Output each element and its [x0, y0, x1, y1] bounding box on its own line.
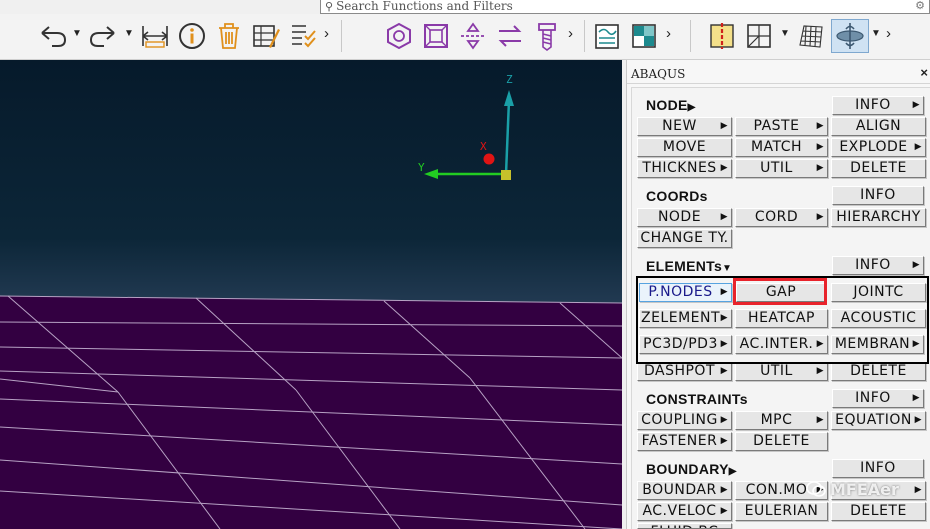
coords-hierarchy-button[interactable]: HIERARCHY — [831, 208, 926, 227]
hexagon-icon[interactable] — [382, 19, 416, 53]
checklist-icon[interactable] — [286, 19, 320, 53]
coords-change-type-button[interactable]: CHANGE TY. — [637, 229, 732, 248]
frame-icon[interactable] — [419, 19, 453, 53]
wire-mesh-icon[interactable] — [794, 19, 828, 53]
search-input[interactable]: ⚲ Search Functions and Filters ⚙ — [320, 0, 930, 14]
node-info-button[interactable]: INFO ▶ — [832, 96, 924, 115]
elements-jointc-button[interactable]: JOINTC — [831, 283, 926, 302]
elements-membrane-button[interactable]: MEMBRAN ▶ — [831, 335, 924, 354]
swap-icon[interactable] — [493, 19, 527, 53]
search-settings-icon[interactable]: ⚙ — [915, 0, 925, 12]
node-match-button[interactable]: MATCH ▶ — [735, 138, 828, 157]
search-icon: ⚲ — [325, 0, 334, 13]
boundary-fluid-bc-button[interactable]: FLUID BC — [637, 523, 732, 529]
mirror-icon[interactable] — [456, 19, 490, 53]
undo-icon[interactable] — [36, 19, 70, 53]
coords-node-button[interactable]: NODE ▶ — [637, 208, 732, 227]
z-axis-label: Z — [506, 73, 513, 86]
mesh-dropdown-arrow[interactable]: ▼ — [780, 28, 790, 39]
node-thickness-button[interactable]: THICKNES ▶ — [637, 159, 732, 178]
view-orient-icon[interactable] — [831, 19, 869, 53]
node-paste-button[interactable]: PASTE ▶ — [735, 117, 828, 136]
y-axis-arrowhead — [424, 169, 438, 179]
toolbar-separator — [584, 20, 585, 52]
node-explode-button[interactable]: EXPLODE ▶ — [831, 138, 926, 157]
toolbar-separator — [341, 20, 342, 52]
boundary-eulerian-button[interactable]: EULERIAN — [735, 502, 828, 521]
elements-ac-inter-button[interactable]: AC.INTER. ▶ — [735, 335, 828, 354]
constraints-fastener-button[interactable]: FASTENER ▶ — [637, 432, 732, 451]
z-axis-arrowhead — [504, 90, 514, 106]
undo-dropdown-arrow[interactable]: ▼ — [72, 28, 82, 39]
elements-acoustic-button[interactable]: ACOUSTIC — [831, 309, 926, 328]
toolbar-separator — [690, 20, 691, 52]
z-axis — [504, 99, 511, 175]
graphics-viewport[interactable]: Z Y X — [0, 60, 622, 529]
elements-pnodes-button[interactable]: P.NODES ▶ — [639, 283, 732, 302]
elements-zelement-button[interactable]: ZELEMENT ▶ — [639, 309, 732, 328]
mesh-grid-icon[interactable] — [742, 19, 776, 53]
section-cut-icon[interactable] — [705, 19, 739, 53]
boundary-info-button[interactable]: INFO — [832, 459, 924, 478]
watermark-text: MFEAer — [830, 479, 899, 499]
redo-dropdown-arrow[interactable]: ▼ — [124, 28, 134, 39]
section-node-label[interactable]: NODE▶ — [646, 97, 696, 113]
elements-pc3d-button[interactable]: PC3D/PD3 ▶ — [639, 335, 732, 354]
measure-icon[interactable] — [138, 19, 172, 53]
main-toolbar: ▼ ▼ › › › ▼ ▼ › — [0, 14, 930, 60]
x-axis-label: X — [480, 140, 487, 153]
edit-property-icon[interactable] — [249, 19, 283, 53]
coords-info-button[interactable]: INFO — [832, 186, 924, 205]
toolbar-more-arrow-2[interactable]: › — [568, 25, 573, 42]
section-boundary-label[interactable]: BOUNDARY▶ — [646, 461, 737, 477]
view-orient-dropdown-arrow[interactable]: ▼ — [871, 28, 881, 39]
panel-title: ABAQUS — [627, 62, 930, 84]
section-constraints-label[interactable]: CONSTRAINTs — [646, 391, 748, 407]
search-placeholder: Search Functions and Filters — [336, 0, 513, 13]
constraints-mpc-button[interactable]: MPC ▶ — [735, 411, 828, 430]
section-coords-label[interactable]: COORDs — [646, 188, 708, 204]
elements-dashpot-button[interactable]: DASHPOT ▶ — [637, 362, 732, 381]
y-axis-label: Y — [418, 161, 425, 174]
coords-cord-button[interactable]: CORD ▶ — [735, 208, 828, 227]
section-elements-label[interactable]: ELEMENTs▼ — [646, 258, 732, 274]
screw-icon[interactable] — [530, 19, 564, 53]
elements-delete-button[interactable]: DELETE — [831, 362, 926, 381]
info-icon[interactable] — [175, 19, 209, 53]
redo-icon[interactable] — [86, 19, 120, 53]
node-move-button[interactable]: MOVE — [637, 138, 732, 157]
toolbar-more-arrow-4[interactable]: › — [886, 25, 891, 42]
toolbar-more-arrow-3[interactable]: › — [666, 25, 671, 42]
elements-gap-button[interactable]: GAP — [736, 283, 826, 302]
node-new-button[interactable]: NEW ▶ — [637, 117, 732, 136]
watermark: MFEAer — [806, 478, 899, 500]
node-align-button[interactable]: ALIGN — [831, 117, 926, 136]
shading-icon[interactable] — [627, 19, 661, 53]
panel-close-icon[interactable]: × — [920, 65, 928, 80]
node-delete-button[interactable]: DELETE — [831, 159, 926, 178]
constraints-delete-button[interactable]: DELETE — [735, 432, 828, 451]
boundary-boundary-button[interactable]: BOUNDAR ▶ — [637, 481, 732, 500]
wechat-logo-icon — [806, 481, 826, 497]
elements-util-button[interactable]: UTIL ▶ — [735, 362, 828, 381]
constraints-coupling-button[interactable]: COUPLING ▶ — [637, 411, 732, 430]
constraints-equation-button[interactable]: EQUATION ▶ — [831, 411, 926, 430]
toolbar-more-arrow-1[interactable]: › — [324, 25, 329, 42]
boundary-ac-veloc-button[interactable]: AC.VELOC ▶ — [637, 502, 732, 521]
elements-info-button[interactable]: INFO ▶ — [832, 256, 924, 275]
chart-icon[interactable] — [590, 19, 624, 53]
boundary-delete-button[interactable]: DELETE — [831, 502, 926, 521]
constraints-info-button[interactable]: INFO ▶ — [832, 389, 924, 408]
node-util-button[interactable]: UTIL ▶ — [735, 159, 828, 178]
triad-origin — [501, 170, 511, 180]
viewport-canvas: Z Y X — [0, 73, 622, 529]
delete-icon[interactable] — [212, 19, 246, 53]
elements-heatcap-button[interactable]: HEATCAP — [735, 309, 828, 328]
x-axis-marker — [483, 153, 495, 165]
